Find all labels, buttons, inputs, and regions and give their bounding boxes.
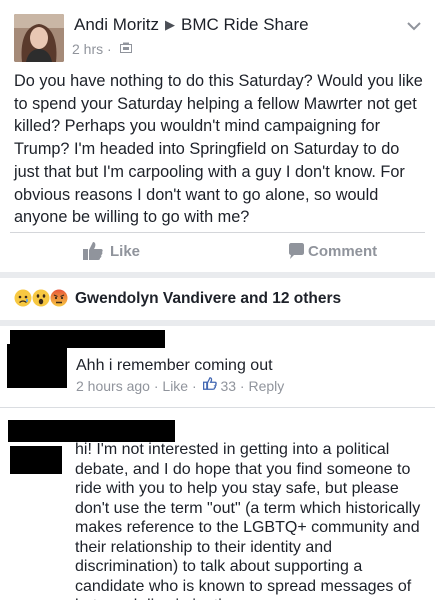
comment-text: hi! I'm not interested in getting into a… bbox=[75, 441, 421, 600]
redacted-commenter-avatar bbox=[7, 344, 67, 388]
redacted-commenter-avatar bbox=[10, 446, 62, 474]
group-arrow-icon: ▶ bbox=[165, 17, 176, 32]
redacted-commenter-name bbox=[8, 420, 175, 442]
wow-icon bbox=[32, 289, 50, 307]
group-name[interactable]: BMC Ride Share bbox=[181, 15, 309, 34]
comment-meta: 2 hours ago · Like · 33 · Reply bbox=[76, 377, 284, 395]
post-timestamp[interactable]: 2 hrs bbox=[72, 41, 103, 57]
like-count-thumbs-up-icon bbox=[202, 377, 217, 393]
action-bar-rule bbox=[10, 232, 425, 233]
meta-separator: · bbox=[107, 41, 116, 57]
section-divider bbox=[0, 272, 435, 278]
group-privacy-icon bbox=[119, 40, 132, 56]
author-name[interactable]: Andi Moritz bbox=[74, 15, 159, 34]
post-meta: 2 hrs · bbox=[72, 41, 132, 58]
comment-timestamp[interactable]: 2 hours ago bbox=[76, 378, 150, 394]
comment-reply-link[interactable]: Reply bbox=[248, 378, 284, 394]
meta-separator: · bbox=[191, 378, 201, 394]
post-body: Do you have nothing to do this Saturday?… bbox=[14, 72, 423, 227]
author-avatar[interactable] bbox=[14, 14, 64, 62]
sad-icon bbox=[14, 289, 32, 307]
facebook-post-screen: Andi Moritz ▶ BMC Ride Share 2 hrs · Do yo… bbox=[0, 0, 435, 600]
comment-divider bbox=[0, 407, 435, 408]
comment-like-link[interactable]: Like bbox=[162, 378, 188, 394]
angry-icon bbox=[50, 289, 68, 307]
comment-like-count[interactable]: 33 bbox=[220, 378, 236, 394]
comment-bubble-icon bbox=[289, 243, 304, 259]
author-line: Andi Moritz ▶ BMC Ride Share bbox=[74, 15, 309, 35]
post-header: Andi Moritz ▶ BMC Ride Share 2 hrs · bbox=[0, 0, 435, 66]
reactions-summary-text[interactable]: Gwendolyn Vandivere and 12 others bbox=[75, 290, 341, 308]
like-button-label: Like bbox=[110, 243, 141, 260]
comment-button-label: Comment bbox=[308, 243, 378, 260]
comment-text: Ahh i remember coming out bbox=[76, 357, 273, 374]
post-action-bar: Like Comment bbox=[0, 232, 435, 272]
post-menu-chevron-icon[interactable] bbox=[406, 20, 422, 32]
thumbs-up-icon bbox=[83, 242, 103, 260]
section-divider bbox=[0, 320, 435, 326]
reactions-summary[interactable]: Gwendolyn Vandivere and 12 others bbox=[0, 280, 435, 320]
